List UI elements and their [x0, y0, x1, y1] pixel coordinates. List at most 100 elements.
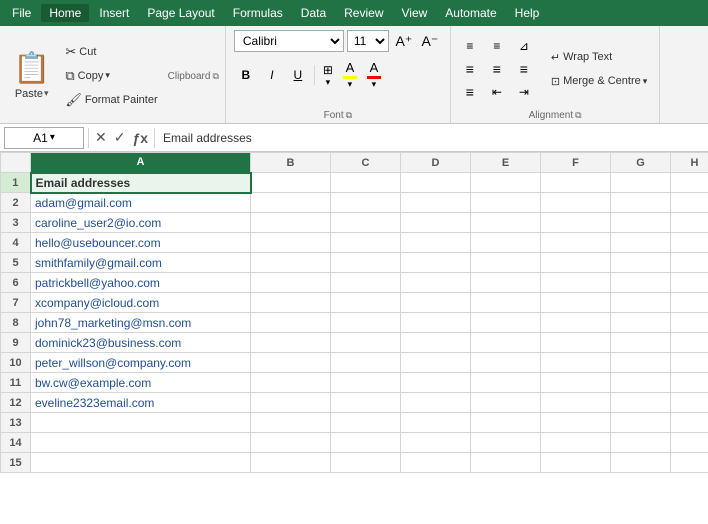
cell-1-a[interactable]: Email addresses: [31, 173, 251, 193]
cell-4-d[interactable]: [401, 233, 471, 253]
cell-9-g[interactable]: [611, 333, 671, 353]
cell-15-a[interactable]: [31, 453, 251, 473]
cell-4-c[interactable]: [331, 233, 401, 253]
cell-12-b[interactable]: [251, 393, 331, 413]
col-header-h[interactable]: H: [671, 153, 708, 173]
cell-1-f[interactable]: [541, 173, 611, 193]
menu-item-data[interactable]: Data: [293, 4, 334, 22]
cell-10-c[interactable]: [331, 353, 401, 373]
decrease-font-button[interactable]: A⁻: [418, 30, 442, 52]
cell-2-d[interactable]: [401, 193, 471, 213]
cell-5-h[interactable]: [671, 253, 708, 273]
menu-item-insert[interactable]: Insert: [91, 4, 137, 22]
cell-11-f[interactable]: [541, 373, 611, 393]
menu-item-file[interactable]: File: [4, 4, 39, 22]
cell-7-b[interactable]: [251, 293, 331, 313]
font-color-button[interactable]: A ▾: [363, 58, 385, 92]
cell-9-b[interactable]: [251, 333, 331, 353]
cell-10-g[interactable]: [611, 353, 671, 373]
cell-15-g[interactable]: [611, 453, 671, 473]
cell-13-c[interactable]: [331, 413, 401, 433]
cell-13-b[interactable]: [251, 413, 331, 433]
cell-3-g[interactable]: [611, 213, 671, 233]
cell-11-b[interactable]: [251, 373, 331, 393]
row-header-6[interactable]: 6: [1, 273, 31, 293]
menu-item-formulas[interactable]: Formulas: [225, 4, 291, 22]
cell-12-a[interactable]: eveline2323email.com: [31, 393, 251, 413]
cell-4-f[interactable]: [541, 233, 611, 253]
cell-14-b[interactable]: [251, 433, 331, 453]
cell-8-h[interactable]: [671, 313, 708, 333]
cell-9-h[interactable]: [671, 333, 708, 353]
border-dropdown[interactable]: ▾: [326, 77, 331, 88]
font-color-dropdown[interactable]: ▾: [372, 79, 377, 90]
font-expand-icon[interactable]: ⧉: [346, 110, 352, 121]
cell-3-f[interactable]: [541, 213, 611, 233]
cell-8-d[interactable]: [401, 313, 471, 333]
bold-button[interactable]: B: [234, 64, 258, 86]
cell-2-f[interactable]: [541, 193, 611, 213]
cell-5-c[interactable]: [331, 253, 401, 273]
menu-item-help[interactable]: Help: [507, 4, 548, 22]
menu-item-automate[interactable]: Automate: [437, 4, 504, 22]
align-top-left-button[interactable]: ≡: [457, 35, 483, 57]
format-painter-button[interactable]: 🖌 Format Painter: [59, 89, 163, 111]
row-header-11[interactable]: 11: [1, 373, 31, 393]
cut-button[interactable]: ✂ Cut: [59, 41, 163, 63]
cancel-formula-icon[interactable]: ✕: [93, 127, 109, 148]
cell-11-a[interactable]: bw.cw@example.com: [31, 373, 251, 393]
cell-5-a[interactable]: smithfamily@gmail.com: [31, 253, 251, 273]
cell-4-g[interactable]: [611, 233, 671, 253]
cell-13-d[interactable]: [401, 413, 471, 433]
row-header-3[interactable]: 3: [1, 213, 31, 233]
col-header-g[interactable]: G: [611, 153, 671, 173]
cell-8-f[interactable]: [541, 313, 611, 333]
cell-15-e[interactable]: [471, 453, 541, 473]
row-header-2[interactable]: 2: [1, 193, 31, 213]
cell-6-g[interactable]: [611, 273, 671, 293]
align-top-right-button[interactable]: ⊿: [511, 35, 537, 57]
row-header-10[interactable]: 10: [1, 353, 31, 373]
align-center-button[interactable]: ≡: [484, 58, 510, 80]
cell-14-f[interactable]: [541, 433, 611, 453]
confirm-formula-icon[interactable]: ✓: [112, 127, 128, 148]
cell-7-d[interactable]: [401, 293, 471, 313]
cell-2-h[interactable]: [671, 193, 708, 213]
col-header-a[interactable]: A: [31, 153, 251, 173]
cell-7-a[interactable]: xcompany@icloud.com: [31, 293, 251, 313]
cell-5-f[interactable]: [541, 253, 611, 273]
cell-15-c[interactable]: [331, 453, 401, 473]
cell-1-b[interactable]: [251, 173, 331, 193]
cell-11-g[interactable]: [611, 373, 671, 393]
menu-item-view[interactable]: View: [394, 4, 436, 22]
cell-6-c[interactable]: [331, 273, 401, 293]
border-button[interactable]: ⊞ ▾: [319, 61, 337, 90]
col-header-b[interactable]: B: [251, 153, 331, 173]
cell-10-a[interactable]: peter_willson@company.com: [31, 353, 251, 373]
cell-12-e[interactable]: [471, 393, 541, 413]
cell-6-e[interactable]: [471, 273, 541, 293]
cell-13-e[interactable]: [471, 413, 541, 433]
cell-15-h[interactable]: [671, 453, 708, 473]
alignment-expand-icon[interactable]: ⧉: [575, 110, 581, 121]
col-header-d[interactable]: D: [401, 153, 471, 173]
cell-13-h[interactable]: [671, 413, 708, 433]
cell-5-g[interactable]: [611, 253, 671, 273]
cell-9-e[interactable]: [471, 333, 541, 353]
cell-2-b[interactable]: [251, 193, 331, 213]
row-header-4[interactable]: 4: [1, 233, 31, 253]
underline-button[interactable]: U: [286, 64, 310, 86]
col-header-f[interactable]: F: [541, 153, 611, 173]
row-header-14[interactable]: 14: [1, 433, 31, 453]
row-header-7[interactable]: 7: [1, 293, 31, 313]
font-family-select[interactable]: Calibri: [234, 30, 344, 52]
cell-9-c[interactable]: [331, 333, 401, 353]
cell-6-b[interactable]: [251, 273, 331, 293]
cell-8-e[interactable]: [471, 313, 541, 333]
cell-10-h[interactable]: [671, 353, 708, 373]
cell-13-g[interactable]: [611, 413, 671, 433]
col-header-c[interactable]: C: [331, 153, 401, 173]
cell-7-f[interactable]: [541, 293, 611, 313]
cell-12-d[interactable]: [401, 393, 471, 413]
cell-ref-dropdown[interactable]: ▾: [50, 132, 55, 143]
